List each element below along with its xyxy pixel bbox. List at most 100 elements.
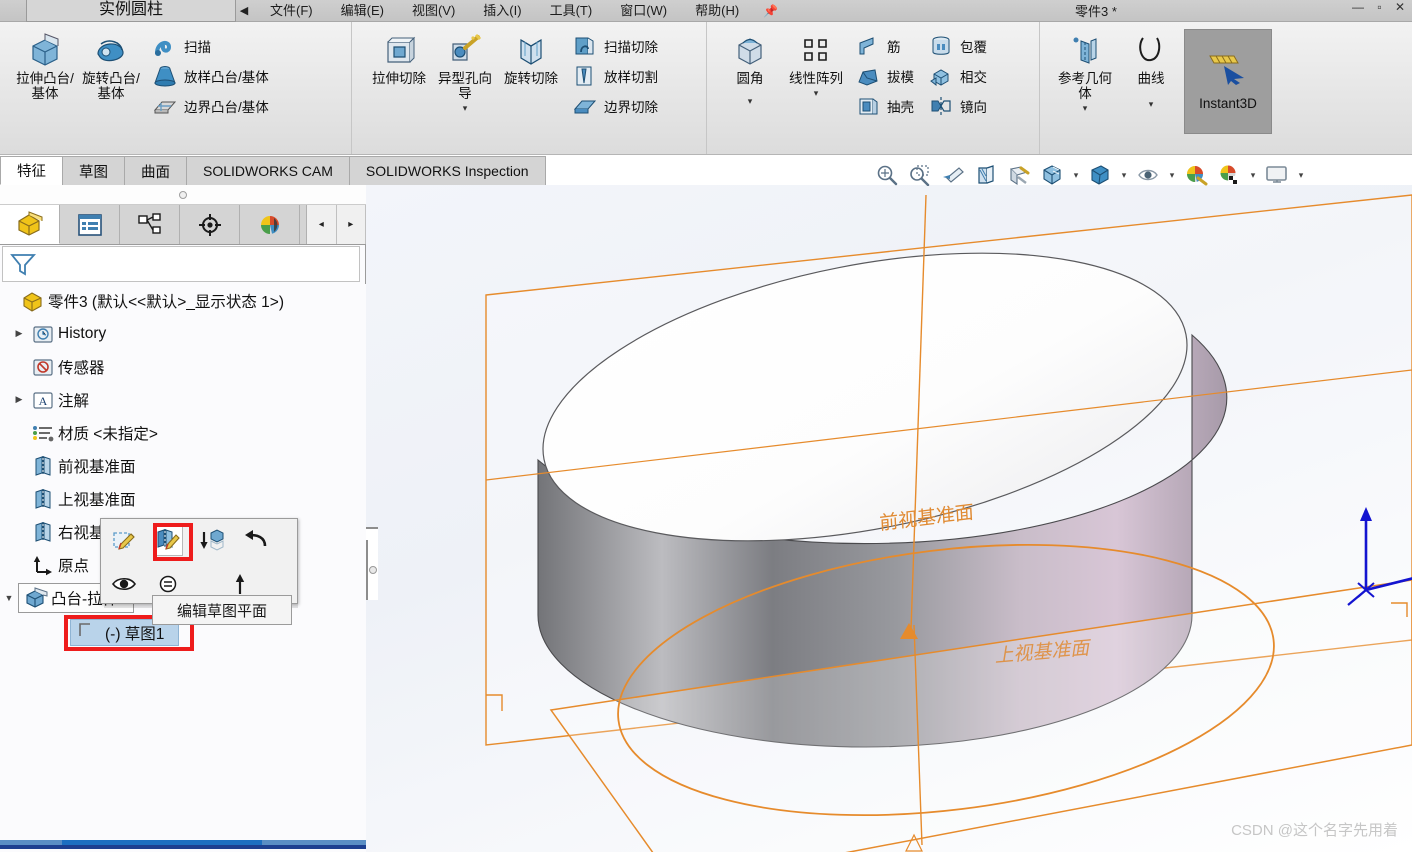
tab-surfaces[interactable]: 曲面 — [124, 156, 187, 185]
menu-help[interactable]: 帮助(H) — [681, 1, 753, 21]
menu-file[interactable]: 文件(F) — [256, 1, 327, 21]
hole-wizard-caret-icon[interactable]: ▾ — [463, 103, 468, 114]
shell-button[interactable]: 抽壳 — [851, 93, 918, 119]
lofted-boss-icon — [152, 64, 178, 88]
menu-edit[interactable]: 编辑(E) — [327, 1, 398, 21]
panel-grip-dot-icon[interactable] — [179, 190, 187, 199]
pushpin-icon[interactable]: 📌 — [763, 4, 778, 18]
view-section-eye[interactable] — [1133, 161, 1163, 189]
fillet-icon — [730, 32, 770, 68]
annotations-twisty-icon[interactable]: ▶ — [10, 394, 28, 405]
swept-cut-label: 扫描切除 — [604, 40, 658, 55]
view-zoom-to-fit[interactable] — [872, 161, 902, 189]
linear-pattern-caret-icon[interactable]: ▾ — [814, 88, 819, 99]
ctx-edit-sketch[interactable] — [109, 526, 139, 556]
instant3d-button[interactable]: Instant3D — [1184, 29, 1272, 134]
view-settings-chevron-down-icon[interactable]: ▾ — [1295, 170, 1307, 181]
revolved-cut-button[interactable]: 旋转切除 — [498, 26, 564, 86]
panel-tab-strip: ◂ ▸ — [0, 205, 366, 245]
history-folder-icon — [28, 323, 58, 345]
tab-features[interactable]: 特征 — [0, 156, 63, 185]
tree-item-annotations-label: 注解 — [58, 392, 90, 410]
view-apply-scene[interactable] — [1214, 161, 1244, 189]
view-edit-appearance[interactable] — [1181, 161, 1211, 189]
context-menu[interactable] — [100, 518, 298, 604]
view-zoom-to-area[interactable] — [905, 161, 935, 189]
panel-tab-display-manager[interactable] — [240, 205, 300, 244]
panel-tab-feature-manager[interactable] — [0, 205, 60, 244]
panel-tab-configuration-manager[interactable] — [120, 205, 180, 244]
graphics-area[interactable]: 前视基准面 上视基准面 CSDN @这个名字先用着 — [366, 185, 1412, 852]
tab-solidworks-cam[interactable]: SOLIDWORKS CAM — [186, 156, 350, 185]
eye-chevron-down-icon[interactable]: ▾ — [1166, 170, 1178, 181]
menu-window[interactable]: 窗口(W) — [606, 1, 681, 21]
view-display-style[interactable] — [1037, 161, 1067, 189]
panel-grip[interactable] — [0, 185, 366, 205]
tree-root-part[interactable]: 零件3 (默认<<默认>_显示状态 1>) — [0, 284, 366, 317]
view-hide-show-items[interactable] — [1085, 161, 1115, 189]
tree-item-history[interactable]: ▶ History — [0, 317, 366, 350]
ctx-previous[interactable] — [241, 526, 271, 556]
view-previous-view[interactable] — [938, 161, 968, 189]
tree-item-front-plane[interactable]: 前视基准面 — [0, 449, 366, 482]
wrap-button[interactable]: 包覆 — [924, 33, 991, 59]
tree-filter-bar[interactable] — [2, 246, 360, 282]
ctx-show[interactable] — [109, 569, 139, 599]
reference-geometry-button[interactable]: 参考几何体 ▾ — [1052, 26, 1118, 114]
ctx-rollback[interactable] — [197, 526, 227, 556]
svg-text:A: A — [39, 394, 48, 408]
swept-cut-button[interactable]: 扫描切除 — [568, 33, 662, 59]
fillet-button[interactable]: 圆角 ▾ — [717, 26, 783, 107]
lofted-cut-button[interactable]: 放样切割 — [568, 63, 662, 89]
panel-nav-prev[interactable]: ◂ — [307, 205, 337, 244]
extruded-boss-button[interactable]: 拉伸凸台/基体 — [12, 26, 78, 101]
fillet-caret-icon[interactable]: ▾ — [748, 96, 753, 107]
tree-item-sensors[interactable]: 传感器 — [0, 350, 366, 383]
rib-button[interactable]: 筋 — [851, 33, 918, 59]
window-buttons[interactable]: — ▫ ✕ — [1352, 0, 1410, 14]
boss-extrude-twisty-icon[interactable]: ▼ — [0, 593, 18, 603]
hide-show-chevron-down-icon[interactable]: ▾ — [1118, 170, 1130, 181]
annotations-folder-icon: A — [28, 389, 58, 411]
view-settings[interactable] — [1262, 161, 1292, 189]
tree-item-material[interactable]: 材质 <未指定> — [0, 416, 366, 449]
revolved-boss-icon — [91, 32, 131, 68]
tree-item-annotations[interactable]: ▶ A 注解 — [0, 383, 366, 416]
menu-view[interactable]: 视图(V) — [398, 1, 469, 21]
tab-sketch[interactable]: 草图 — [62, 156, 125, 185]
linear-pattern-button[interactable]: 线性阵列 ▾ — [783, 26, 849, 99]
view-section-view[interactable] — [971, 161, 1001, 189]
splitter-grip-dot[interactable] — [369, 566, 377, 574]
curves-caret-icon[interactable]: ▾ — [1149, 99, 1154, 110]
reference-geometry-caret-icon[interactable]: ▾ — [1083, 103, 1088, 114]
tree-item-top-plane[interactable]: 上视基准面 — [0, 482, 366, 515]
reference-geometry-icon — [1065, 32, 1105, 68]
revolved-boss-button[interactable]: 旋转凸台/基体 — [78, 26, 144, 101]
panel-tab-dimxpert-manager[interactable] — [180, 205, 240, 244]
swept-boss-button[interactable]: 扫描 — [148, 33, 273, 59]
draft-button[interactable]: 拔模 — [851, 63, 918, 89]
plane-icon — [28, 521, 58, 543]
mirror-icon — [928, 94, 954, 118]
view-orientation[interactable] — [1004, 161, 1034, 189]
extruded-cut-button[interactable]: 拉伸切除 — [366, 26, 432, 86]
intersect-button[interactable]: 相交 — [924, 63, 991, 89]
panel-splitter[interactable] — [366, 540, 378, 600]
ctx-edit-sketch-plane[interactable] — [153, 525, 183, 556]
history-twisty-icon[interactable]: ▶ — [10, 328, 28, 339]
panel-nav-next[interactable]: ▸ — [336, 205, 366, 244]
display-style-chevron-down-icon[interactable]: ▾ — [1070, 170, 1082, 181]
panel-tab-property-manager[interactable] — [60, 205, 120, 244]
tab-solidworks-inspection[interactable]: SOLIDWORKS Inspection — [348, 156, 546, 185]
hole-wizard-button[interactable]: 异型孔向导 ▾ — [432, 26, 498, 114]
scene-chevron-down-icon[interactable]: ▾ — [1247, 170, 1259, 181]
ctx-more[interactable] — [225, 569, 255, 599]
boundary-boss-button[interactable]: 边界凸台/基体 — [148, 93, 273, 119]
menu-insert[interactable]: 插入(I) — [469, 1, 535, 21]
ctx-relations[interactable] — [153, 569, 183, 599]
mirror-button[interactable]: 镜向 — [924, 93, 991, 119]
boundary-cut-button[interactable]: 边界切除 — [568, 93, 662, 119]
lofted-boss-button[interactable]: 放样凸台/基体 — [148, 63, 273, 89]
curves-button[interactable]: 曲线 ▾ — [1118, 26, 1184, 110]
menu-tools[interactable]: 工具(T) — [536, 1, 607, 21]
